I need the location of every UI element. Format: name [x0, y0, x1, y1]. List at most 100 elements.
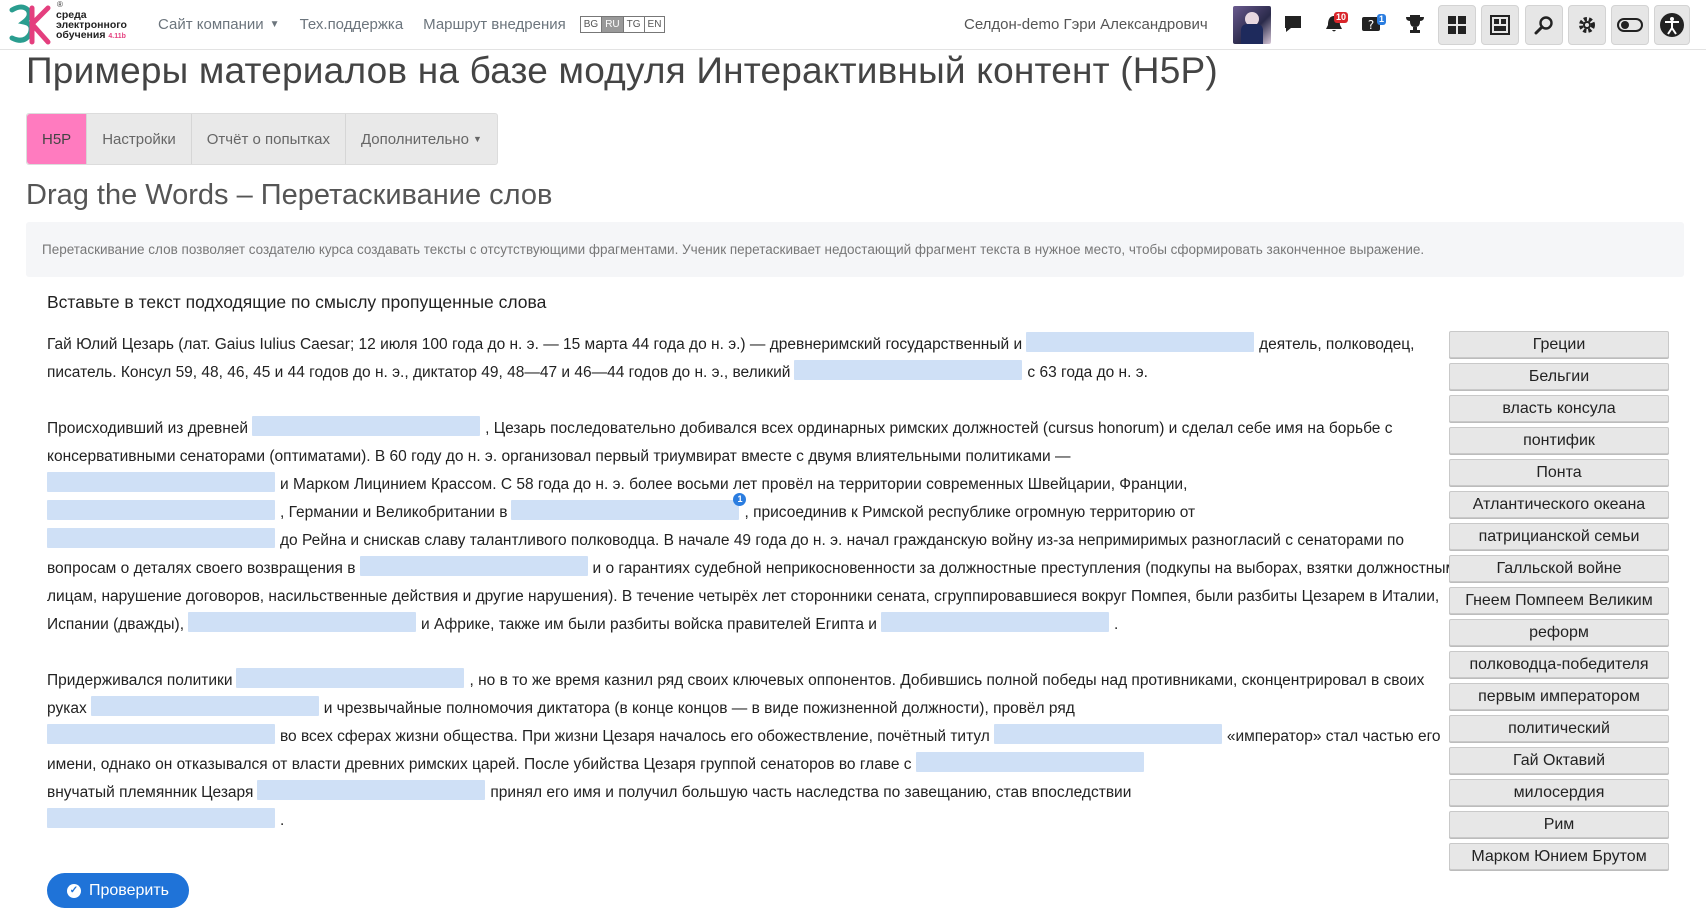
text-fragment: и Марком Лицинием Крассом. С 58 года до …: [280, 476, 1188, 493]
drop-zone[interactable]: [47, 500, 275, 520]
avatar[interactable]: [1233, 6, 1271, 44]
drop-zone[interactable]: [236, 668, 465, 688]
achievements-button[interactable]: [1397, 5, 1433, 43]
draggable-word[interactable]: патрицианской семьи: [1449, 523, 1669, 550]
chat-icon: [1285, 16, 1301, 32]
draggable-word[interactable]: Марком Юнием Брутом: [1449, 843, 1669, 870]
h5p-drag-words: Вставьте в текст подходящие по смыслу пр…: [26, 285, 1686, 923]
dashboard-button[interactable]: [1438, 5, 1476, 45]
paragraph-3: Придерживался политики, но в то же время…: [47, 667, 1467, 835]
nav-roadmap[interactable]: Маршрут внедрения: [423, 16, 566, 33]
draggable-word[interactable]: первым императором: [1449, 683, 1669, 710]
tab-h5p[interactable]: H5P: [27, 114, 88, 164]
top-navbar: ® среда электронного обучения 4.11b Сайт…: [0, 0, 1706, 50]
draggable-word[interactable]: Гнеем Помпеем Великим: [1449, 587, 1669, 614]
theme-toggle-button[interactable]: [1611, 5, 1649, 45]
logo-text: среда электронного обучения 4.11b: [56, 10, 127, 42]
user-name: Селдон-demo Гэри Александрович: [964, 16, 1208, 33]
logo-registered: ®: [57, 0, 63, 9]
drop-zone[interactable]: [1026, 332, 1255, 352]
text-fragment: .: [280, 812, 285, 829]
section-title: Drag the Words – Перетаскивание слов: [26, 179, 553, 211]
drop-zone[interactable]: [47, 472, 275, 492]
draggable-word[interactable]: понтифик: [1449, 427, 1669, 454]
text-fragment: .: [1113, 616, 1119, 633]
drop-zone[interactable]: [915, 752, 1144, 772]
lang-bg[interactable]: BG: [579, 16, 603, 33]
chevron-down-icon: ▼: [269, 19, 280, 30]
drop-zone[interactable]: [47, 724, 275, 744]
notifications-button[interactable]: 10: [1316, 5, 1352, 43]
toggle-icon: [1617, 18, 1643, 32]
draggable-word[interactable]: Понта: [1449, 459, 1669, 486]
text-fragment: во всех сферах жизни общества. При жизни…: [280, 728, 990, 745]
accessibility-icon: [1660, 13, 1684, 37]
drop-zone[interactable]: [257, 780, 486, 800]
tab-settings[interactable]: Настройки: [87, 114, 192, 164]
text-fragment: принял его имя и получил большую часть н…: [490, 784, 1132, 801]
lang-tg[interactable]: TG: [622, 16, 645, 33]
draggable-word[interactable]: полководца-победителя: [1449, 651, 1669, 678]
search-button[interactable]: [1525, 5, 1563, 45]
drop-zone[interactable]: [47, 528, 275, 548]
drop-zone[interactable]: [47, 808, 275, 828]
check-button[interactable]: ✓ Проверить: [47, 873, 190, 908]
settings-button[interactable]: [1568, 5, 1606, 45]
text-fragment: , присоединив к Римской республике огром…: [744, 504, 1196, 521]
check-button-label: Проверить: [89, 881, 170, 899]
lang-ru[interactable]: RU: [601, 16, 624, 33]
drop-zone[interactable]: [252, 416, 481, 436]
tab-attempts-report[interactable]: Отчёт о попытках: [192, 114, 346, 164]
draggable-word[interactable]: Гай Октавий: [1449, 747, 1669, 774]
blocks-button[interactable]: [1481, 5, 1519, 45]
gear-icon: [1579, 17, 1595, 33]
logo-version: 4.11b: [108, 33, 126, 40]
draggable-word[interactable]: Греции: [1449, 331, 1669, 358]
drop-zone[interactable]: [188, 612, 416, 632]
text-fragment: с 63 года до н. э.: [1027, 364, 1148, 381]
draggable-word[interactable]: политический: [1449, 715, 1669, 742]
draggable-words: Греции Бельгии власть консула понтифик П…: [1449, 331, 1669, 875]
draggable-word[interactable]: милосердия: [1449, 779, 1669, 806]
site-logo[interactable]: ® среда электронного обучения 4.11b: [8, 0, 138, 46]
trophy-icon: [1406, 15, 1424, 33]
drop-zone[interactable]: [90, 696, 319, 716]
svg-text:?: ?: [1368, 18, 1374, 32]
nav-company-site[interactable]: Сайт компании ▼: [158, 16, 280, 33]
user-menu[interactable]: Селдон-demo Гэри Александрович: [964, 0, 1208, 49]
draggable-word[interactable]: Атлантического океана: [1449, 491, 1669, 518]
draggable-word[interactable]: реформ: [1449, 619, 1669, 646]
text-fragment: , Германии и Великобритании в: [280, 504, 508, 521]
tab-more-label: Дополнительно: [360, 130, 469, 148]
task-title: Вставьте в текст подходящие по смыслу пр…: [47, 292, 547, 312]
nav-company-site-label: Сайт компании: [158, 16, 264, 33]
check-icon: ✓: [67, 883, 81, 898]
drop-zone[interactable]: [794, 360, 1023, 380]
text-fragment: Происходивший из древней: [47, 420, 249, 437]
logo-mark-icon: [9, 4, 51, 45]
drop-zone[interactable]: 1: [511, 493, 747, 520]
page-title: Примеры материалов на базе модуля Интера…: [26, 50, 1218, 91]
drop-zone[interactable]: [880, 612, 1109, 632]
draggable-word[interactable]: власть консула: [1449, 395, 1669, 422]
blocks-icon: [1490, 15, 1510, 35]
questions-count-badge: 1: [1377, 14, 1387, 25]
tab-more[interactable]: Дополнительно ▼: [346, 114, 497, 164]
paragraph-2: Происходивший из древней, Цезарь последо…: [47, 415, 1467, 639]
messages-button[interactable]: [1275, 5, 1311, 43]
drop-zone[interactable]: [993, 724, 1222, 744]
nav-support[interactable]: Тех.поддержка: [300, 16, 404, 33]
drop-zone[interactable]: [359, 556, 588, 576]
lang-en[interactable]: EN: [643, 16, 666, 33]
task-text: Гай Юлий Цезарь (лат. Gaius Iulius Caesa…: [47, 331, 1467, 863]
search-icon: [1534, 16, 1553, 35]
draggable-word[interactable]: Рим: [1449, 811, 1669, 838]
draggable-word[interactable]: Бельгии: [1449, 363, 1669, 390]
paragraph-1: Гай Юлий Цезарь (лат. Gaius Iulius Caesa…: [47, 331, 1467, 387]
activity-tabs: H5P Настройки Отчёт о попытках Дополните…: [26, 113, 498, 165]
questions-button[interactable]: ? 1: [1355, 5, 1391, 43]
text-fragment: Гай Юлий Цезарь (лат. Gaius Iulius Caesa…: [47, 336, 1023, 353]
accessibility-button[interactable]: [1654, 5, 1690, 45]
draggable-word[interactable]: Галльской войне: [1449, 555, 1669, 582]
language-switcher: BG RU TG EN: [579, 16, 666, 33]
